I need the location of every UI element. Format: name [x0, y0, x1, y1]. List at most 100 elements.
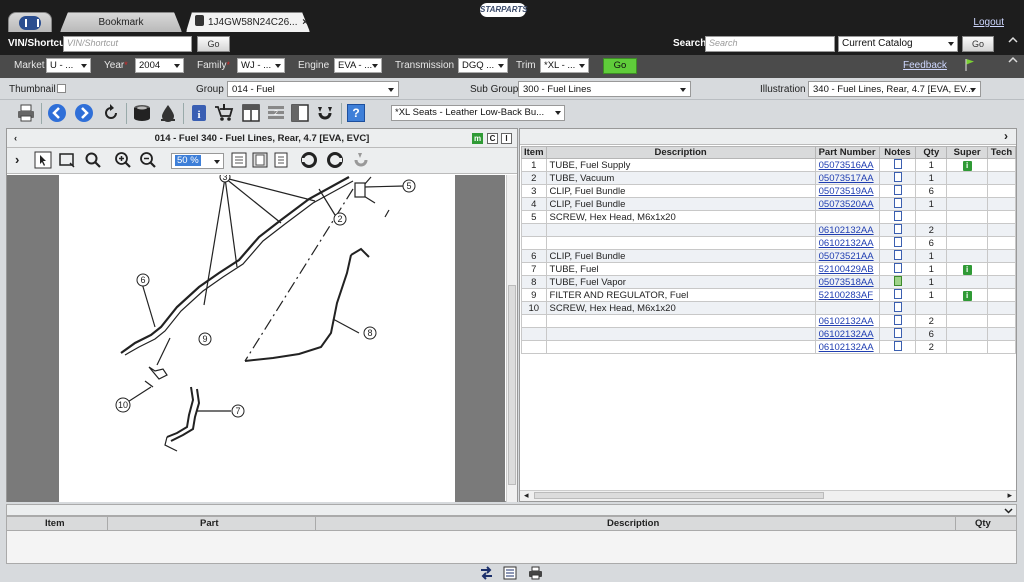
forward-arrow-icon[interactable] [74, 103, 94, 123]
feedback-link[interactable]: Feedback [903, 60, 947, 71]
reset-view-icon[interactable] [352, 151, 370, 169]
table-row[interactable]: 06102132AA 6 [521, 236, 1017, 250]
note-document-icon[interactable] [893, 302, 902, 312]
table-row[interactable]: 2 TUBE, Vacuum 05073517AA 1 [521, 171, 1017, 185]
table-row[interactable]: 06102132AA 2 [521, 340, 1017, 354]
actual-size-icon[interactable] [272, 151, 290, 169]
magnifier-icon[interactable] [84, 151, 102, 169]
illustration-canvas[interactable]: 3 5 2 6 9 8 10 7 [7, 171, 505, 502]
box-select-icon[interactable] [58, 151, 76, 169]
fluid-drop-icon[interactable] [158, 103, 178, 123]
home-tab[interactable] [8, 12, 52, 32]
close-tab-icon[interactable]: × [302, 17, 308, 28]
info-icon[interactable]: i [189, 103, 209, 123]
illustration-select[interactable]: 340 - Fuel Lines, Rear, 4.7 [EVA, EV... [808, 81, 981, 97]
table-row[interactable]: 7 TUBE, Fuel 52100429AB 1 i [521, 262, 1017, 276]
refresh-icon[interactable] [101, 103, 121, 123]
fit-page-icon[interactable] [251, 151, 269, 169]
supersession-info-icon[interactable]: i [962, 264, 972, 275]
col-description[interactable]: Description [545, 146, 816, 159]
part-number-link[interactable]: 06102132AA [819, 342, 874, 353]
supersession-info-icon[interactable]: i [962, 290, 972, 301]
scrollbar-thumb[interactable] [508, 285, 516, 485]
rotate-right-icon[interactable] [326, 151, 344, 169]
select-pointer-icon[interactable] [34, 151, 52, 169]
note-document-icon[interactable] [893, 289, 902, 299]
note-document-icon[interactable] [893, 185, 902, 195]
note-document-icon[interactable] [893, 159, 902, 169]
parts-horizontal-scrollbar[interactable]: ◂ ▸ [520, 490, 1016, 501]
col-tech[interactable]: Tech [986, 146, 1017, 159]
family-select[interactable]: WJ - ... [237, 58, 285, 73]
reset-icon[interactable] [315, 103, 335, 123]
mini-view-m-button[interactable]: m [472, 133, 483, 144]
scroll-right-icon[interactable]: ▸ [1007, 490, 1012, 501]
zoom-in-icon[interactable] [114, 151, 132, 169]
table-row[interactable]: 3 CLIP, Fuel Bundle 05073519AA 6 [521, 184, 1017, 198]
collapse-left-icon[interactable]: ‹ [14, 129, 17, 148]
note-document-icon[interactable] [893, 237, 902, 247]
part-number-link[interactable]: 52100283AF [819, 290, 873, 301]
logout-link[interactable]: Logout [973, 17, 1004, 28]
table-row[interactable]: 10 SCREW, Hex Head, M6x1x20 [521, 301, 1017, 315]
part-number-link[interactable]: 05073520AA [819, 199, 874, 210]
table-row[interactable]: 9 FILTER AND REGULATOR, Fuel 52100283AF 1 i [521, 288, 1017, 302]
search-go-button[interactable]: Go [962, 36, 994, 52]
part-number-link[interactable]: 06102132AA [819, 329, 874, 340]
table-row[interactable]: 1 TUBE, Fuel Supply 05073516AA 1 i [521, 158, 1017, 172]
catalog-select[interactable]: Current Catalog [838, 36, 958, 52]
layout-columns-icon[interactable] [290, 103, 310, 123]
transfer-icon[interactable] [479, 566, 494, 580]
collapse-up-icon[interactable] [1008, 35, 1018, 45]
bookmark-tab[interactable]: Bookmark [60, 12, 182, 32]
table-row[interactable]: 5 SCREW, Hex Head, M6x1x20 [521, 210, 1017, 224]
mini-view-c-button[interactable]: C [487, 133, 498, 144]
help-button[interactable]: ? [347, 104, 365, 122]
apply-filters-go-button[interactable]: Go [603, 58, 637, 74]
table-row[interactable]: 4 CLIP, Fuel Bundle 05073520AA 1 [521, 197, 1017, 211]
chevron-down-icon[interactable] [1004, 506, 1013, 515]
rotate-left-icon[interactable] [300, 151, 318, 169]
note-document-icon[interactable] [893, 224, 902, 234]
col-part-number[interactable]: Part Number [814, 146, 880, 159]
flag-icon[interactable] [965, 58, 975, 72]
part-number-link[interactable]: 05073521AA [819, 251, 874, 262]
table-row[interactable]: 6 CLIP, Fuel Bundle 05073521AA 1 [521, 249, 1017, 263]
note-document-icon[interactable] [893, 250, 902, 260]
table-row[interactable]: 8 TUBE, Fuel Vapor 05073518AA 1 [521, 275, 1017, 289]
trim-select[interactable]: *XL - ... [540, 58, 589, 73]
note-document-icon[interactable] [893, 211, 902, 221]
thumbnail-checkbox[interactable] [57, 84, 66, 93]
expand-right-icon[interactable]: › [1004, 129, 1008, 143]
zoom-out-icon[interactable] [139, 151, 157, 169]
note-document-icon[interactable] [893, 276, 902, 286]
part-number-link[interactable]: 05073519AA [819, 186, 874, 197]
note-document-icon[interactable] [893, 198, 902, 208]
col-super[interactable]: Super [946, 146, 988, 159]
note-document-icon[interactable] [893, 263, 902, 273]
market-select[interactable]: U - ... [46, 58, 91, 73]
cart-icon[interactable] [214, 103, 234, 123]
print-list-icon[interactable] [528, 566, 543, 580]
part-number-link[interactable]: 05073516AA [819, 160, 874, 171]
mini-view-i-button[interactable]: I [501, 133, 512, 144]
note-document-icon[interactable] [893, 328, 902, 338]
group-select[interactable]: 014 - Fuel [227, 81, 399, 97]
scroll-left-icon[interactable]: ◂ [524, 490, 529, 501]
transmission-select[interactable]: DGQ ... [458, 58, 508, 73]
oil-filter-icon[interactable] [132, 103, 152, 123]
list-export-icon[interactable] [503, 566, 517, 580]
vin-tab[interactable]: 1J4GW58N24C26... × [186, 12, 310, 32]
part-number-link[interactable]: 05073518AA [819, 277, 874, 288]
print-icon[interactable] [16, 103, 36, 123]
part-number-link[interactable]: 52100429AB [819, 264, 874, 275]
vin-input[interactable]: VIN/Shortcut [63, 36, 192, 52]
part-number-link[interactable]: 06102132AA [819, 225, 874, 236]
table-row[interactable]: 06102132AA 2 [521, 314, 1017, 328]
table-row[interactable]: 06102132AA 2 [521, 223, 1017, 237]
engine-select[interactable]: EVA - ... [334, 58, 382, 73]
col-notes[interactable]: Notes [878, 146, 917, 159]
illustration-vertical-scrollbar[interactable] [506, 175, 517, 502]
fit-width-icon[interactable] [230, 151, 248, 169]
part-number-link[interactable]: 06102132AA [819, 238, 874, 249]
